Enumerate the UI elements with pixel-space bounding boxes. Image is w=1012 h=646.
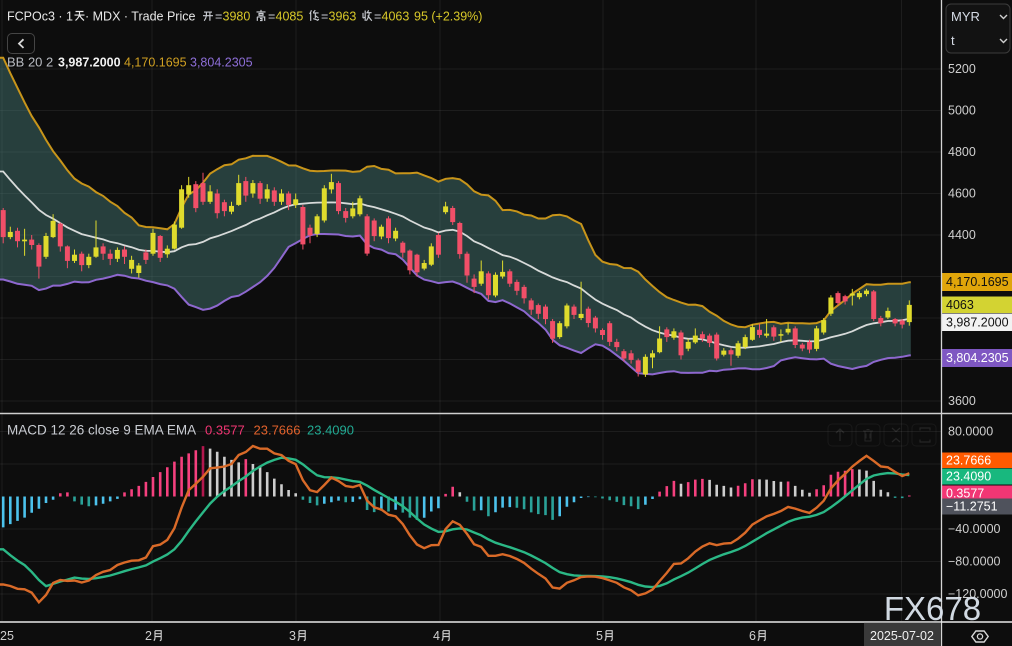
svg-text:· MDX · Trade Price: · MDX · Trade Price	[85, 10, 195, 24]
svg-text:FX678: FX678	[884, 590, 981, 627]
svg-text:=: =	[268, 10, 275, 24]
svg-text:4085: 4085	[276, 10, 304, 24]
svg-text:23.4090: 23.4090	[307, 423, 354, 438]
svg-text:MACD 12 26 close 9 EMA EMA: MACD 12 26 close 9 EMA EMA	[7, 423, 196, 438]
svg-text:BB 20 2: BB 20 2	[7, 55, 53, 70]
svg-text:23.4090: 23.4090	[946, 470, 991, 484]
svg-text:23.7666: 23.7666	[254, 423, 301, 438]
svg-text:3600: 3600	[948, 394, 976, 408]
svg-text:3,804.2305: 3,804.2305	[190, 56, 253, 70]
svg-text:3,987.2000: 3,987.2000	[946, 315, 1009, 329]
svg-text:−80.0000: −80.0000	[948, 555, 1001, 569]
svg-text:2: 2	[145, 629, 152, 643]
svg-text:95 (+2.39%): 95 (+2.39%)	[414, 10, 482, 24]
svg-text:t: t	[951, 33, 955, 48]
svg-text:4,170.1695: 4,170.1695	[946, 275, 1009, 289]
svg-text:2025-07-02: 2025-07-02	[870, 629, 934, 643]
svg-text:5: 5	[596, 629, 603, 643]
svg-text:0.3577: 0.3577	[205, 423, 245, 438]
svg-text:−40.0000: −40.0000	[948, 522, 1001, 536]
svg-text:4063: 4063	[382, 10, 410, 24]
svg-text:4800: 4800	[948, 145, 976, 159]
svg-text:3: 3	[289, 629, 296, 643]
svg-text:3,987.2000: 3,987.2000	[58, 56, 121, 70]
svg-text:4600: 4600	[948, 187, 976, 201]
svg-text:=: =	[215, 10, 222, 24]
svg-text:−11.2751: −11.2751	[946, 500, 998, 514]
svg-text:3980: 3980	[223, 10, 251, 24]
svg-text:=: =	[321, 10, 328, 24]
svg-text:5200: 5200	[948, 62, 976, 76]
svg-text:4,170.1695: 4,170.1695	[124, 56, 187, 70]
svg-text:3963: 3963	[329, 10, 357, 24]
svg-text:4063: 4063	[946, 298, 974, 312]
svg-text:4: 4	[433, 629, 440, 643]
svg-text:4400: 4400	[948, 228, 976, 242]
svg-text:23.7666: 23.7666	[946, 453, 991, 467]
svg-text:5000: 5000	[948, 104, 976, 118]
svg-text:3,804.2305: 3,804.2305	[946, 351, 1009, 365]
svg-text:6: 6	[749, 629, 756, 643]
svg-text:MYR: MYR	[951, 9, 980, 24]
svg-text:80.0000: 80.0000	[948, 425, 993, 439]
svg-text:2025: 2025	[0, 629, 14, 643]
svg-text:=: =	[374, 10, 381, 24]
svg-text:FCPOc3 · 1: FCPOc3 · 1	[7, 10, 73, 24]
svg-text:0.3577: 0.3577	[946, 486, 984, 500]
